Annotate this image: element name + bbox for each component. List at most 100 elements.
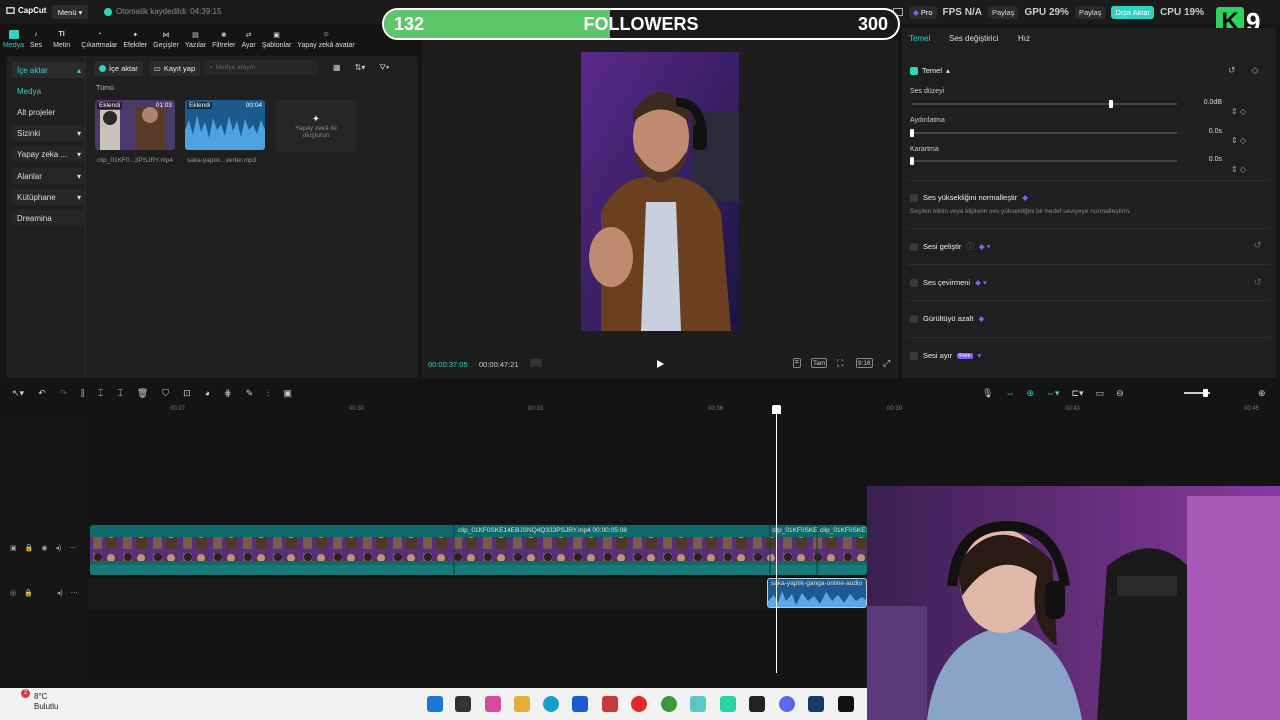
tab-speed[interactable]: Hız xyxy=(1018,34,1030,43)
more-icon[interactable]: ⋯ xyxy=(71,589,78,597)
sidebar-item-ai[interactable]: Yapay zeka ... ▾ xyxy=(12,146,86,162)
taskview-icon[interactable] xyxy=(455,696,471,712)
sidebar-item-import[interactable]: İçe aktar ▴ xyxy=(12,62,86,78)
play-button[interactable] xyxy=(655,359,665,369)
fade-in-slider[interactable] xyxy=(910,129,1177,137)
sort-icon[interactable]: ⇅▾ xyxy=(355,63,366,73)
tab-ai-avatar[interactable]: ☺ Yapay zekâ avatar xyxy=(294,24,357,54)
menu-button[interactable]: Menü ▾ xyxy=(52,5,88,19)
eye-icon[interactable]: ◉ xyxy=(41,544,47,552)
opera-icon[interactable] xyxy=(631,696,647,712)
media-thumb-video[interactable]: Eklendi 01:03 xyxy=(95,100,175,150)
export-frame-icon[interactable]: ▣ xyxy=(283,388,292,399)
magnet-icon[interactable]: ⊕ xyxy=(1026,388,1034,399)
reset-icon[interactable]: ↺ xyxy=(1254,277,1262,288)
audio-split-icon[interactable]: ⫶ xyxy=(267,388,269,399)
normalize-option[interactable]: Ses yüksekliğini normalleştir ◆ xyxy=(910,193,1028,202)
mic-icon[interactable]: 🎙 xyxy=(982,388,993,399)
lock-icon[interactable]: 🔒 xyxy=(25,544,34,552)
tab-basic[interactable]: Temel xyxy=(909,34,930,43)
playhead-handle[interactable] xyxy=(772,405,781,414)
link-icon[interactable]: ⇔ xyxy=(1005,388,1014,399)
file-explorer-icon[interactable] xyxy=(514,696,530,712)
zoom-slider[interactable] xyxy=(1184,389,1210,397)
split-icon[interactable]: ⫿ xyxy=(81,388,84,399)
sidebar-item-subprojects[interactable]: Alt projeler xyxy=(12,104,86,120)
fit-icon[interactable]: ⛶ xyxy=(836,358,844,368)
volume-slider[interactable] xyxy=(912,100,1177,108)
chrome-icon[interactable] xyxy=(661,696,677,712)
stepper-icon[interactable]: ⇕ ◇ xyxy=(1231,97,1246,126)
playhead[interactable] xyxy=(772,405,781,673)
filter-icon[interactable]: ⛛▾ xyxy=(379,63,389,73)
timeline-ruler[interactable] xyxy=(88,404,1280,416)
preview-axis-icon[interactable]: ⊏▾ xyxy=(1072,388,1084,399)
media-search-input[interactable]: ⌕ Medya arayın xyxy=(204,60,318,75)
reset-icon[interactable]: ↺ xyxy=(1228,65,1236,76)
sidebar-item-dreamina[interactable]: Dreamina xyxy=(12,210,86,226)
zoom-out-icon[interactable]: ⊖ xyxy=(1116,388,1124,399)
select-tool-icon[interactable]: ↖▾ xyxy=(12,388,24,399)
obs-icon[interactable] xyxy=(749,696,765,712)
redo-icon[interactable]: ↷ xyxy=(60,388,68,399)
capcut-taskbar-icon[interactable] xyxy=(838,696,854,712)
separate-option[interactable]: Sesi ayır Free ▾ xyxy=(910,351,981,360)
pro-button[interactable]: ◆ Pro xyxy=(909,5,937,19)
audio-clip[interactable]: saka-yaptık-ganga-online-audio xyxy=(767,578,867,608)
tab-effects[interactable]: ✦ Efektler xyxy=(120,24,150,54)
lock-icon[interactable]: 🔒 xyxy=(24,589,33,597)
sidebar-item-media[interactable]: Medya xyxy=(12,83,86,99)
mute-icon[interactable]: ◂) xyxy=(57,589,63,597)
stepper-icon[interactable]: ⇕ ◇ xyxy=(1231,126,1246,155)
shield-icon[interactable]: ⛉ xyxy=(162,388,169,399)
volume-value[interactable]: 0.0dB xyxy=(1186,99,1222,111)
ratio-button[interactable]: 9:16 xyxy=(856,358,873,368)
sidebar-item-yours[interactable]: Sizinki ▾ xyxy=(12,125,86,141)
snap-icon[interactable]: ⇔▾ xyxy=(1046,388,1060,399)
keyframe-icon[interactable]: ◇ xyxy=(1252,65,1259,76)
share-button[interactable]: Paylaş xyxy=(987,5,1019,19)
zoom-knob[interactable] xyxy=(1203,389,1208,397)
fade-in-value[interactable]: 0.0s xyxy=(1186,128,1222,140)
fullscreen-icon[interactable]: ⤢ xyxy=(882,358,891,368)
reset-icon[interactable]: ↺ xyxy=(1254,240,1262,251)
denoise-option[interactable]: Gürültüyü azalt ◆ xyxy=(910,314,984,323)
split-right-icon[interactable]: ⌶ xyxy=(117,388,122,399)
adjust-icon[interactable]: ⋕ xyxy=(224,388,232,399)
undo-icon[interactable]: ↶ xyxy=(38,388,46,399)
fade-out-slider[interactable] xyxy=(910,157,1177,165)
tab-stickers[interactable]: ◔ Çıkartmalar xyxy=(78,24,120,54)
tab-text[interactable]: TI Metin xyxy=(45,24,78,54)
quality-button[interactable]: Tam xyxy=(811,358,828,368)
media-thumb-audio[interactable]: Eklendi 00:04 xyxy=(185,100,265,150)
audio-track-icon[interactable]: ◎ xyxy=(10,589,16,597)
more-icon[interactable]: ⋯ xyxy=(69,544,76,552)
tab-media[interactable]: Medya xyxy=(0,24,27,54)
ai-icon[interactable]: ◕ xyxy=(205,388,210,399)
fade-out-value[interactable]: 0.0s xyxy=(1186,156,1222,168)
video-preview[interactable] xyxy=(581,52,739,331)
waveform-icon[interactable] xyxy=(530,359,542,367)
sidebar-item-library[interactable]: Kütüphane ▾ xyxy=(12,189,86,205)
crop-icon[interactable]: ⊡ xyxy=(183,388,191,399)
tab-voice-changer[interactable]: Ses değiştirici xyxy=(949,34,998,43)
slider-knob[interactable] xyxy=(910,157,914,165)
export-button[interactable]: Dışa Aktar xyxy=(1111,5,1155,19)
slider-knob[interactable] xyxy=(910,129,914,137)
tab-captions[interactable]: ▤ Yazılar xyxy=(182,24,209,54)
mute-icon[interactable]: ◂) xyxy=(55,544,61,552)
magic-icon[interactable]: ✎ xyxy=(246,388,254,399)
tab-templates[interactable]: ▣ Şablonlar xyxy=(259,24,295,54)
steam-icon[interactable] xyxy=(808,696,824,712)
tab-adjust[interactable]: ⇄ Ayar xyxy=(238,24,258,54)
tab-audio[interactable]: ♪ Ses xyxy=(27,24,45,54)
tab-transitions[interactable]: ⋈ Geçişler xyxy=(150,24,182,54)
caption-icon[interactable]: ▭ xyxy=(1096,388,1105,399)
delete-icon[interactable]: 🗑 xyxy=(137,388,148,399)
enhance-option[interactable]: Sesi geliştir ⓘ ◆ ▾ xyxy=(910,241,990,252)
share-button-2[interactable]: Paylaş xyxy=(1074,5,1106,19)
sidebar-item-spaces[interactable]: Alanlar ▾ xyxy=(12,168,86,184)
app-icon[interactable] xyxy=(602,696,618,712)
import-button[interactable]: İçe aktar xyxy=(94,60,143,76)
app-icon-2[interactable] xyxy=(690,696,706,712)
